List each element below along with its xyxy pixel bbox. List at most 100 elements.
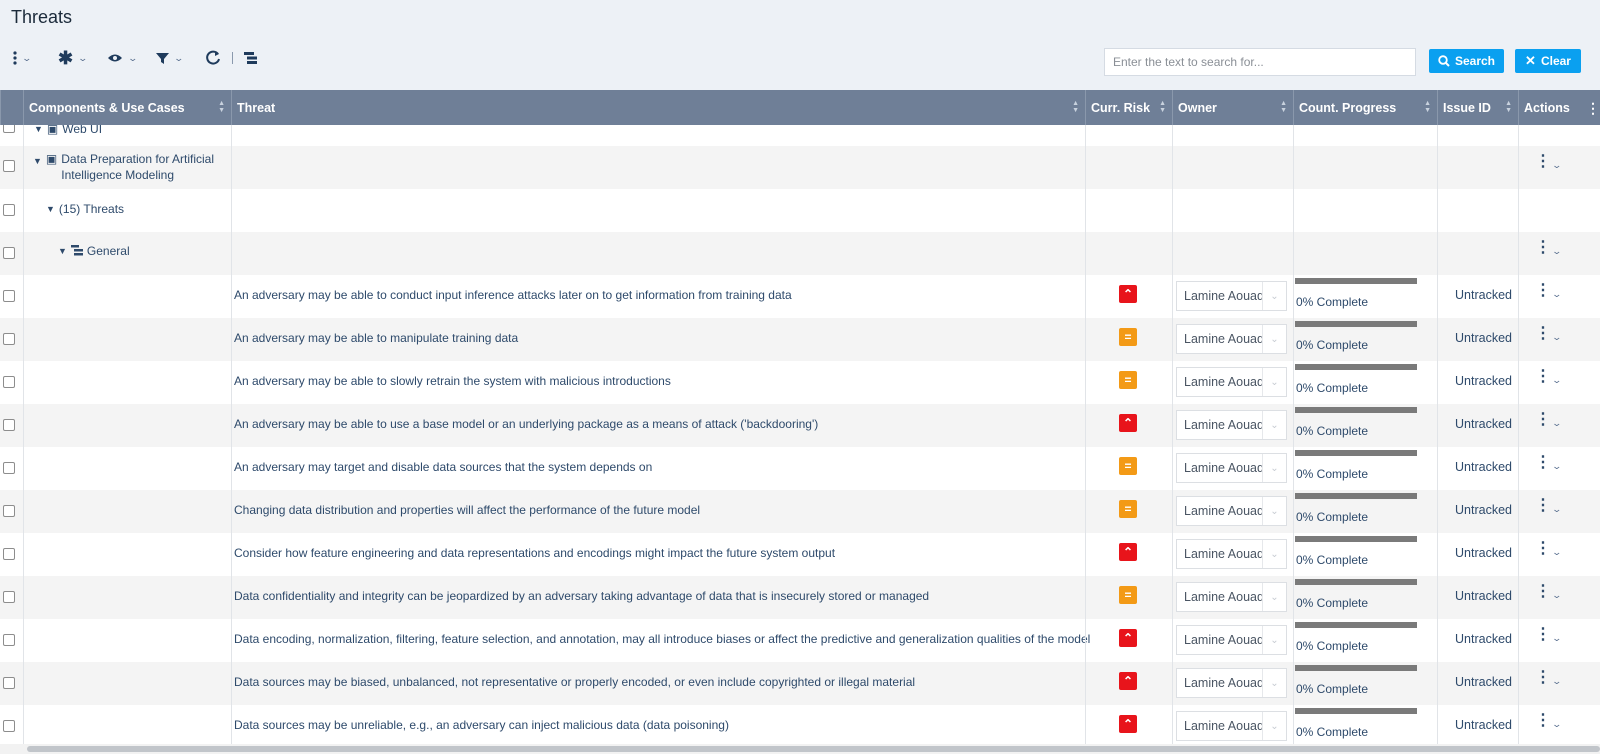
threat-description[interactable]: Data confidentiality and integrity can b… <box>234 589 929 603</box>
row-checkbox[interactable] <box>3 634 15 646</box>
row-checkbox[interactable] <box>3 125 15 133</box>
row-actions-icon[interactable]: ⋮ <box>1535 498 1551 514</box>
row-actions-icon[interactable]: ⋮ <box>1535 627 1551 643</box>
row-actions-icon[interactable]: ⋮ <box>1535 369 1551 385</box>
row-checkbox[interactable] <box>3 204 15 216</box>
row-checkbox[interactable] <box>3 677 15 689</box>
threat-description[interactable]: Consider how feature engineering and dat… <box>234 546 835 560</box>
threat-description[interactable]: Changing data distribution and propertie… <box>234 503 700 517</box>
chevron-down-icon[interactable]: ⌄ <box>1262 626 1286 654</box>
page-title: Threats <box>11 7 73 27</box>
chevron-down-icon[interactable]: ⌄ <box>1551 676 1562 687</box>
row-checkbox[interactable] <box>3 290 15 302</box>
row-checkbox[interactable] <box>3 160 15 172</box>
header-issue[interactable]: Issue ID ▲ ▼ <box>1437 90 1518 125</box>
owner-select[interactable]: Lamine Aouad ⌄ <box>1176 453 1287 483</box>
tree-node-general[interactable]: ▼ General <box>58 244 130 258</box>
row-actions-icon[interactable]: ⋮ <box>1535 154 1551 170</box>
chevron-down-icon[interactable]: ⌄ <box>1262 669 1286 697</box>
header-progress[interactable]: Count. Progress ▲ ▼ <box>1293 90 1437 125</box>
threat-description[interactable]: An adversary may be able to slowly retra… <box>234 374 671 388</box>
owner-select[interactable]: Lamine Aouad ⌄ <box>1176 496 1287 526</box>
row-checkbox[interactable] <box>3 376 15 388</box>
chevron-down-icon[interactable]: ⌄ <box>1262 454 1286 482</box>
row-checkbox[interactable] <box>3 720 15 732</box>
owner-select[interactable]: Lamine Aouad ⌄ <box>1176 324 1287 354</box>
row-checkbox[interactable] <box>3 505 15 517</box>
row-checkbox[interactable] <box>3 419 15 431</box>
row-checkbox[interactable] <box>3 591 15 603</box>
view-menu[interactable]: ⌄ <box>107 49 138 67</box>
row-actions-icon[interactable]: ⋮ <box>1535 584 1551 600</box>
clear-button[interactable]: ✕ Clear <box>1515 49 1581 73</box>
chevron-down-icon[interactable]: ⌄ <box>1551 246 1562 257</box>
header-risk[interactable]: Curr. Risk ▲ ▼ <box>1085 90 1172 125</box>
chevron-down-icon[interactable]: ⌄ <box>1262 540 1286 568</box>
owner-select[interactable]: Lamine Aouad ⌄ <box>1176 410 1287 440</box>
row-actions-icon[interactable]: ⋮ <box>1535 326 1551 342</box>
chevron-down-icon[interactable]: ⌄ <box>1262 282 1286 310</box>
threat-description[interactable]: An adversary may be able to manipulate t… <box>234 331 518 345</box>
row-actions-icon[interactable]: ⋮ <box>1535 670 1551 686</box>
row-actions-icon[interactable]: ⋮ <box>1535 240 1551 256</box>
owner-select[interactable]: Lamine Aouad ⌄ <box>1176 668 1287 698</box>
header-threat[interactable]: Threat ▲ ▼ <box>231 90 1085 125</box>
header-components[interactable]: Components & Use Cases ▲ ▼ <box>23 90 231 125</box>
scrollbar-thumb[interactable] <box>27 746 1600 752</box>
owner-select[interactable]: Lamine Aouad ⌄ <box>1176 625 1287 655</box>
row-actions-icon[interactable]: ⋮ <box>1535 412 1551 428</box>
search-input[interactable] <box>1104 48 1416 76</box>
chevron-down-icon[interactable]: ⌄ <box>1262 411 1286 439</box>
owner-select[interactable]: Lamine Aouad ⌄ <box>1176 539 1287 569</box>
header-owner[interactable]: Owner ▲ ▼ <box>1172 90 1293 125</box>
threat-description[interactable]: An adversary may be able to use a base m… <box>234 417 818 431</box>
row-actions-icon[interactable]: ⋮ <box>1535 713 1551 729</box>
clear-button-label: Clear <box>1540 54 1571 68</box>
row-checkbox[interactable] <box>3 548 15 560</box>
chevron-down-icon[interactable]: ⌄ <box>1551 332 1562 343</box>
sort-icon: ▲ ▼ <box>1280 100 1287 114</box>
row-checkbox[interactable] <box>3 462 15 474</box>
row-checkbox[interactable] <box>3 333 15 345</box>
search-button[interactable]: Search <box>1429 49 1504 73</box>
row-checkbox[interactable] <box>3 247 15 259</box>
chevron-down-icon[interactable]: ⌄ <box>1551 418 1562 429</box>
chevron-down-icon[interactable]: ⌄ <box>1551 504 1562 515</box>
tree-node-component[interactable]: ▼ ▣ Data Preparation for Artificial Inte… <box>33 151 223 183</box>
tree-node-threats[interactable]: ▼ (15) Threats <box>46 202 124 216</box>
row-actions-icon[interactable]: ⋮ <box>1535 283 1551 299</box>
row-actions-icon[interactable]: ⋮ <box>1535 455 1551 471</box>
owner-select[interactable]: Lamine Aouad ⌄ <box>1176 582 1287 612</box>
tree-node-component[interactable]: ▼ ▣ Web UI <box>34 125 102 136</box>
chevron-down-icon[interactable]: ⌄ <box>1551 547 1562 558</box>
chevron-down-icon[interactable]: ⌄ <box>1262 712 1286 740</box>
filter-menu[interactable]: ⌄ <box>156 49 184 67</box>
threat-description[interactable]: Data sources may be biased, unbalanced, … <box>234 675 915 689</box>
hierarchy-button[interactable] <box>244 49 258 67</box>
chevron-down-icon[interactable]: ⌄ <box>1262 497 1286 525</box>
chevron-down-icon[interactable]: ⌄ <box>1551 160 1562 171</box>
column-menu-icon[interactable]: ⋮ <box>1586 100 1600 117</box>
refresh-button[interactable] <box>205 49 221 67</box>
owner-select[interactable]: Lamine Aouad ⌄ <box>1176 367 1287 397</box>
horizontal-scrollbar[interactable] <box>0 744 1600 754</box>
threat-description[interactable]: An adversary may be able to conduct inpu… <box>234 288 792 302</box>
chevron-down-icon[interactable]: ⌄ <box>1262 325 1286 353</box>
row-actions-icon[interactable]: ⋮ <box>1535 541 1551 557</box>
chevron-down-icon[interactable]: ⌄ <box>1551 719 1562 730</box>
chevron-down-icon[interactable]: ⌄ <box>1551 461 1562 472</box>
asterisk-menu[interactable]: ✱ ⌄ <box>58 48 88 68</box>
chevron-down-icon[interactable]: ⌄ <box>1551 289 1562 300</box>
chevron-down-icon[interactable]: ⌄ <box>1551 590 1562 601</box>
more-options-menu[interactable]: ⌄ <box>13 49 32 67</box>
chevron-down-icon[interactable]: ⌄ <box>1551 375 1562 386</box>
progress-label: 0% Complete <box>1296 682 1369 696</box>
chevron-down-icon[interactable]: ⌄ <box>1262 368 1286 396</box>
owner-select[interactable]: Lamine Aouad ⌄ <box>1176 281 1287 311</box>
threat-description[interactable]: An adversary may target and disable data… <box>234 460 652 474</box>
threat-description[interactable]: Data encoding, normalization, filtering,… <box>234 632 1090 646</box>
chevron-down-icon[interactable]: ⌄ <box>1262 583 1286 611</box>
chevron-down-icon[interactable]: ⌄ <box>1551 633 1562 644</box>
owner-select[interactable]: Lamine Aouad ⌄ <box>1176 711 1287 741</box>
threat-description[interactable]: Data sources may be unreliable, e.g., an… <box>234 718 729 732</box>
